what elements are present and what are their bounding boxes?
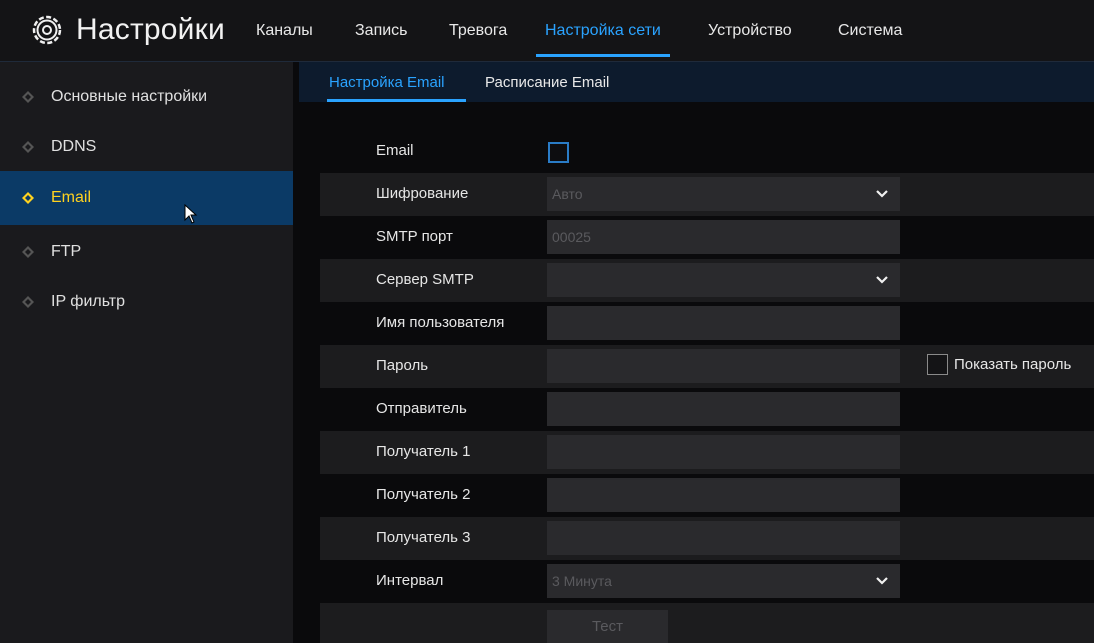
sidebar-item-ip-filter[interactable]: IP фильтр (0, 275, 293, 329)
email-enable-checkbox[interactable] (548, 142, 569, 163)
encryption-select[interactable]: Авто (547, 177, 900, 211)
nav-tab-alarm[interactable]: Тревога (449, 22, 507, 40)
smtp-port-value: 00025 (552, 229, 591, 245)
main-content: Настройка Email Расписание Email Email Ш… (293, 62, 1094, 643)
recipient3-row: Получатель 3 (320, 517, 1094, 560)
recipient2-row: Получатель 2 (320, 474, 1094, 517)
recipient2-label: Получатель 2 (376, 486, 471, 503)
nav-tab-system[interactable]: Система (838, 22, 902, 40)
diamond-icon (22, 91, 34, 103)
username-input[interactable] (547, 306, 900, 340)
brand: Настройки (30, 13, 225, 47)
recipient3-label: Получатель 3 (376, 529, 471, 546)
page-title: Настройки (76, 13, 225, 46)
password-row: Пароль Показать пароль (320, 345, 1094, 388)
encryption-label: Шифрование (376, 185, 469, 202)
top-bar: Настройки Каналы Запись Тревога Настройк… (0, 0, 1094, 62)
encryption-row: Шифрование Авто (320, 173, 1094, 216)
smtp-port-label: SMTP порт (376, 228, 453, 245)
recipient3-input[interactable] (547, 521, 900, 555)
interval-value: 3 Минута (552, 573, 612, 589)
diamond-icon (22, 141, 34, 153)
chevron-down-icon (876, 577, 888, 585)
smtp-port-row: SMTP порт 00025 (320, 216, 1094, 259)
subtab-email-schedule[interactable]: Расписание Email (485, 74, 609, 91)
sidebar: Основные настройки DDNS Email FTP IP фил… (0, 62, 293, 643)
sidebar-item-basic[interactable]: Основные настройки (0, 70, 293, 124)
sidebar-item-label: Основные настройки (51, 88, 208, 105)
interval-select[interactable]: 3 Минута (547, 564, 900, 598)
diamond-icon (22, 296, 34, 308)
interval-label: Интервал (376, 572, 444, 589)
chevron-down-icon (876, 190, 888, 198)
nav-tab-network[interactable]: Настройка сети (545, 22, 661, 40)
show-password-toggle[interactable]: Показать пароль (927, 354, 1071, 375)
chevron-down-icon (876, 276, 888, 284)
mouse-cursor-icon (184, 204, 198, 224)
nav-tab-channels[interactable]: Каналы (256, 22, 313, 40)
show-password-checkbox[interactable] (927, 354, 948, 375)
diamond-icon (22, 246, 34, 258)
show-password-label: Показать пароль (954, 356, 1072, 373)
sidebar-item-label: Email (51, 189, 92, 206)
sidebar-item-label: FTP (51, 243, 82, 260)
smtp-server-select[interactable] (547, 263, 900, 297)
sidebar-item-ftp[interactable]: FTP (0, 225, 293, 279)
nav-tab-record[interactable]: Запись (355, 22, 408, 40)
interval-row: Интервал 3 Минута (320, 560, 1094, 603)
recipient1-label: Получатель 1 (376, 443, 471, 460)
recipient1-input[interactable] (547, 435, 900, 469)
smtp-port-input[interactable]: 00025 (547, 220, 900, 254)
nav-tab-device[interactable]: Устройство (708, 22, 792, 40)
recipient2-input[interactable] (547, 478, 900, 512)
sidebar-item-ddns[interactable]: DDNS (0, 120, 293, 174)
email-label: Email (376, 142, 414, 159)
sidebar-item-label: DDNS (51, 138, 97, 155)
sender-label: Отправитель (376, 400, 467, 417)
nav-active-indicator (536, 54, 670, 57)
smtp-server-label: Сервер SMTP (376, 271, 474, 288)
test-button[interactable]: Тест (547, 610, 668, 643)
username-label: Имя пользователя (376, 314, 505, 331)
gear-icon (32, 15, 62, 45)
subtab-email-settings[interactable]: Настройка Email (329, 74, 445, 91)
sidebar-item-email[interactable]: Email (0, 171, 293, 225)
subtab-bar: Настройка Email Расписание Email (299, 62, 1094, 102)
sender-input[interactable] (547, 392, 900, 426)
test-row (320, 603, 1094, 643)
encryption-value: Авто (552, 186, 583, 202)
diamond-icon (22, 192, 34, 204)
sender-row: Отправитель (320, 388, 1094, 431)
sidebar-item-label: IP фильтр (51, 293, 126, 310)
password-input[interactable] (547, 349, 900, 383)
username-row: Имя пользователя (320, 302, 1094, 345)
subtab-active-indicator (327, 99, 466, 102)
smtp-server-row: Сервер SMTP (320, 259, 1094, 302)
email-row: Email (320, 130, 1094, 173)
recipient1-row: Получатель 1 (320, 431, 1094, 474)
password-label: Пароль (376, 357, 429, 374)
